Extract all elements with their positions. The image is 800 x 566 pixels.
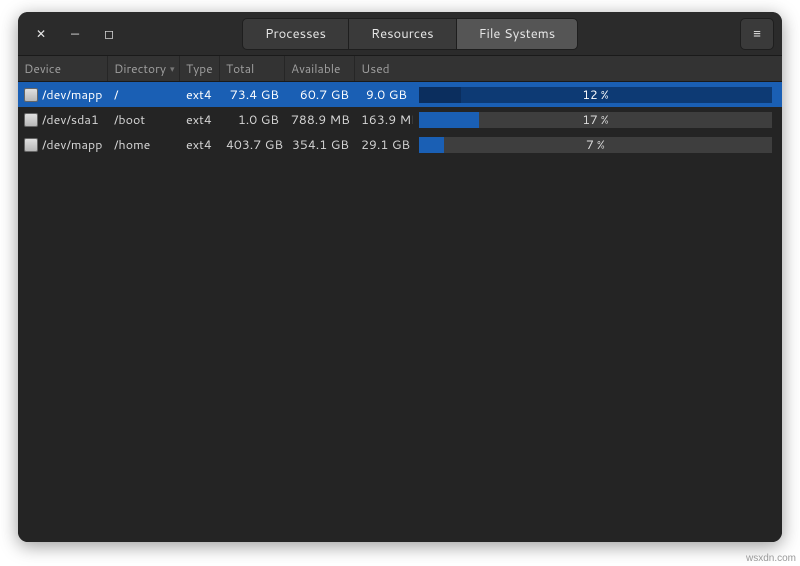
cell-total: 73.4 GB — [220, 86, 285, 104]
cell-usage-bar: 7 % — [413, 137, 782, 153]
col-available[interactable]: Available — [285, 56, 355, 81]
col-type-label: Type — [186, 60, 213, 77]
cell-device: /dev/mapp — [18, 86, 108, 104]
cell-available: 60.7 GB — [285, 86, 355, 104]
cell-directory: / — [108, 86, 180, 104]
usage-bar-label: 7 % — [419, 137, 772, 153]
cell-device: /dev/sda1 — [18, 111, 108, 129]
cell-directory: /boot — [108, 111, 180, 129]
col-device-label: Device — [24, 60, 61, 77]
table-row[interactable]: /dev/sda1/bootext41.0 GB788.9 MB163.9 MB… — [18, 107, 782, 132]
disk-icon — [24, 88, 38, 102]
usage-bar-track: 17 % — [419, 112, 772, 128]
usage-bar-track: 7 % — [419, 137, 772, 153]
cell-directory: /home — [108, 136, 180, 154]
tab-file-systems[interactable]: File Systems — [456, 18, 579, 50]
table-row[interactable]: /dev/mapp/ext473.4 GB60.7 GB9.0 GB 12 % — [18, 82, 782, 107]
col-directory-label: Directory — [114, 60, 166, 77]
table-body: /dev/mapp/ext473.4 GB60.7 GB9.0 GB12 %/d… — [18, 82, 782, 542]
cell-available: 354.1 GB — [285, 136, 355, 154]
table-row[interactable]: /dev/mapp/homeext4403.7 GB354.1 GB29.1 G… — [18, 132, 782, 157]
cell-used: 163.9 MB — [355, 111, 413, 129]
col-device[interactable]: Device — [18, 56, 108, 81]
cell-total: 403.7 GB — [220, 136, 285, 154]
cell-type: ext4 — [180, 136, 220, 154]
col-directory[interactable]: Directory ▾ — [108, 56, 180, 81]
cell-used: 29.1 GB — [355, 136, 413, 154]
cell-total: 1.0 GB — [220, 111, 285, 129]
cell-usage-bar: 17 % — [413, 112, 782, 128]
watermark: wsxdn.com — [746, 553, 796, 564]
col-total-label: Total — [226, 60, 254, 77]
close-icon[interactable]: ✕ — [26, 19, 56, 49]
minimize-icon[interactable]: — — [60, 19, 90, 49]
col-used-label: Used — [361, 60, 390, 77]
col-total[interactable]: Total — [220, 56, 285, 81]
col-available-label: Available — [291, 60, 341, 77]
cell-available: 788.9 MB — [285, 111, 355, 129]
system-monitor-window: ✕ — ◻ Processes Resources File Systems ≡… — [18, 12, 782, 542]
cell-type: ext4 — [180, 111, 220, 129]
titlebar: ✕ — ◻ Processes Resources File Systems ≡ — [18, 12, 782, 56]
hamburger-menu-icon[interactable]: ≡ — [740, 18, 774, 50]
usage-bar-label: 12 % — [419, 87, 772, 103]
disk-icon — [24, 138, 38, 152]
cell-device: /dev/mapp — [18, 136, 108, 154]
col-type[interactable]: Type — [180, 56, 220, 81]
tab-resources[interactable]: Resources — [348, 18, 457, 50]
view-tabs: Processes Resources File Systems — [242, 18, 578, 50]
table-header: Device Directory ▾ Type Total Available … — [18, 56, 782, 82]
disk-icon — [24, 113, 38, 127]
usage-bar-label: 17 % — [419, 112, 772, 128]
cell-usage-bar: 12 % — [413, 87, 782, 103]
sort-indicator-icon: ▾ — [170, 62, 175, 75]
col-used[interactable]: Used — [355, 56, 413, 81]
cell-used: 9.0 GB — [355, 86, 413, 104]
maximize-icon[interactable]: ◻ — [94, 19, 124, 49]
tab-processes[interactable]: Processes — [242, 18, 349, 50]
col-used-bar[interactable] — [413, 56, 782, 81]
usage-bar-track: 12 % — [419, 87, 772, 103]
cell-type: ext4 — [180, 86, 220, 104]
